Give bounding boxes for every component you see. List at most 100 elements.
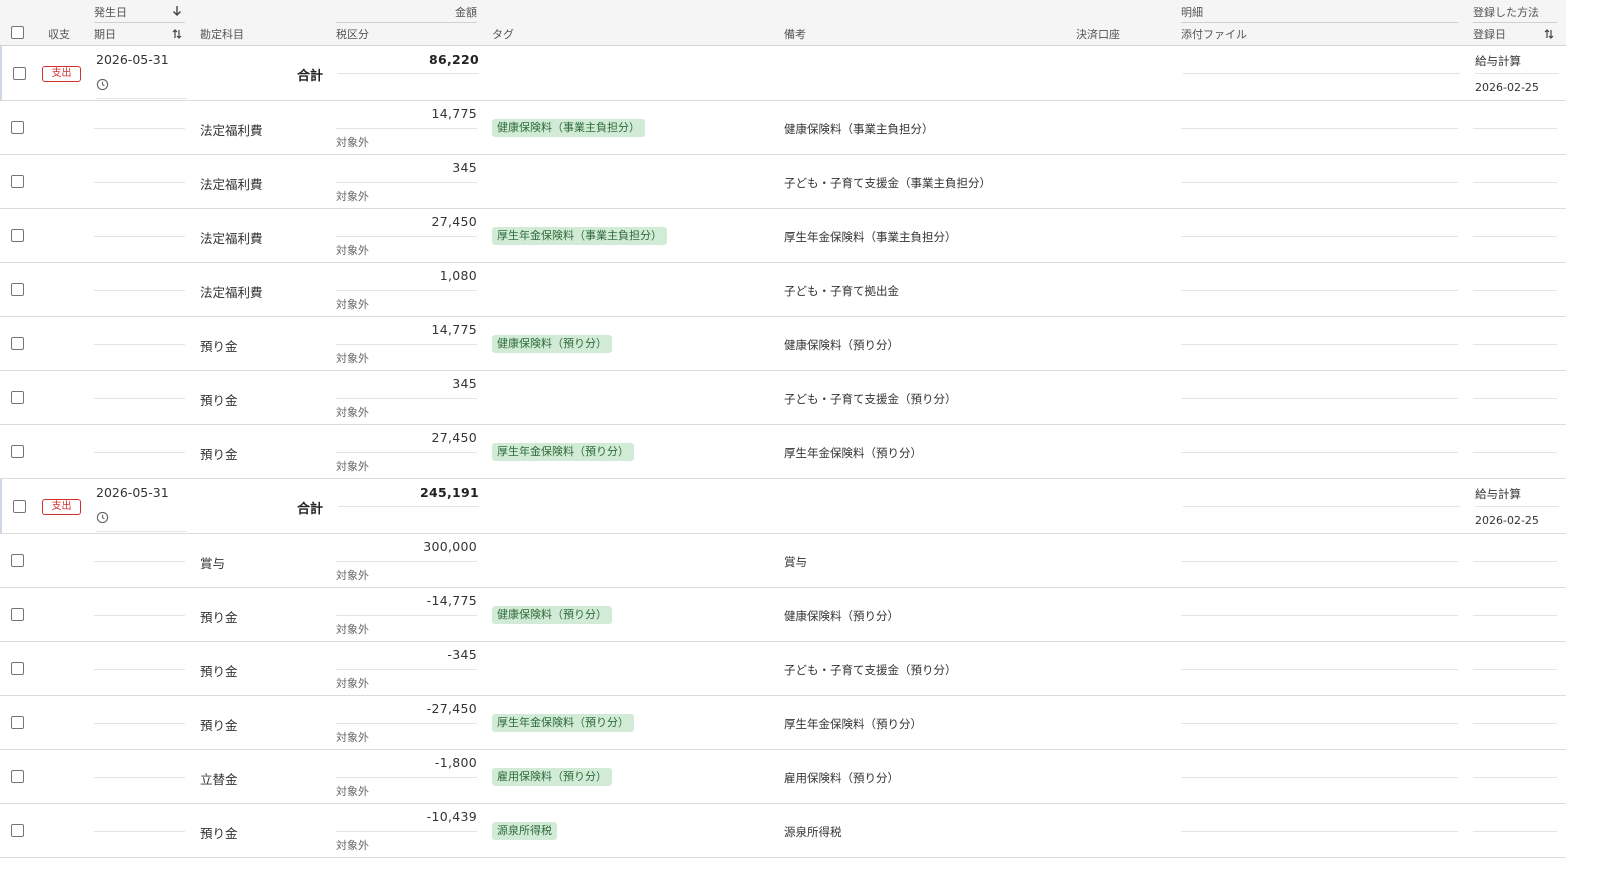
table-row[interactable]: 法定福利費 1,080 対象外 子ども・子育て拠出金: [0, 263, 1566, 317]
memo-text[interactable]: 厚生年金保険料（預り分）: [784, 445, 922, 461]
line-amount[interactable]: -345: [447, 647, 477, 662]
line-amount[interactable]: 27,450: [431, 214, 477, 229]
memo-text[interactable]: 健康保険料（事業主負担分）: [784, 121, 934, 137]
table-row[interactable]: 預り金 27,450 対象外 厚生年金保険料（預り分） 厚生年金保険料（預り分）: [0, 425, 1566, 479]
row-checkbox[interactable]: [13, 67, 26, 80]
row-checkbox[interactable]: [11, 121, 24, 134]
account-name[interactable]: 預り金: [200, 661, 238, 680]
tax-category[interactable]: 対象外: [336, 783, 369, 799]
row-checkbox[interactable]: [11, 229, 24, 242]
tax-category[interactable]: 対象外: [336, 350, 369, 366]
account-name[interactable]: 預り金: [200, 607, 238, 626]
memo-text[interactable]: 子ども・子育て支援金（預り分）: [784, 662, 957, 678]
header-registered-date[interactable]: 登録日: [1473, 26, 1506, 42]
tax-category[interactable]: 対象外: [336, 729, 369, 745]
header-occurred-date[interactable]: 発生日: [94, 4, 127, 20]
tax-category[interactable]: 対象外: [336, 188, 369, 204]
memo-text[interactable]: 健康保険料（預り分）: [784, 608, 899, 624]
account-name[interactable]: 預り金: [200, 715, 238, 734]
account-name[interactable]: 法定福利費: [200, 282, 263, 301]
line-amount[interactable]: 345: [452, 376, 477, 391]
account-name[interactable]: 法定福利費: [200, 228, 263, 247]
table-row[interactable]: 賞与 300,000 対象外 賞与: [0, 534, 1566, 588]
memo-text[interactable]: 雇用保険料（預り分）: [784, 770, 899, 786]
row-checkbox[interactable]: [11, 716, 24, 729]
memo-text[interactable]: 源泉所得税: [784, 824, 842, 840]
tax-category[interactable]: 対象外: [336, 837, 369, 853]
line-amount[interactable]: 14,775: [431, 322, 477, 337]
total-label: 合計: [297, 69, 324, 84]
row-checkbox[interactable]: [11, 445, 24, 458]
table-header: 収支 発生日 期日 勘定科目 金額 税区分 タグ 備考 決済口座 明細 添付ファ…: [0, 0, 1566, 46]
tax-category[interactable]: 対象外: [336, 134, 369, 150]
account-name[interactable]: 法定福利費: [200, 174, 263, 193]
line-amount[interactable]: -14,775: [427, 593, 477, 608]
table-row[interactable]: 預り金 -27,450 対象外 厚生年金保険料（預り分） 厚生年金保険料（預り分）: [0, 696, 1566, 750]
tax-category[interactable]: 対象外: [336, 296, 369, 312]
select-all-checkbox[interactable]: [11, 26, 24, 39]
row-checkbox[interactable]: [11, 283, 24, 296]
account-name[interactable]: 預り金: [200, 823, 238, 842]
row-checkbox[interactable]: [11, 770, 24, 783]
tax-category[interactable]: 対象外: [336, 458, 369, 474]
table-row[interactable]: 預り金 345 対象外 子ども・子育て支援金（預り分）: [0, 371, 1566, 425]
tag-chip[interactable]: 健康保険料（事業主負担分）: [492, 119, 645, 137]
journal-table: 収支 発生日 期日 勘定科目 金額 税区分 タグ 備考 決済口座 明細 添付ファ…: [0, 0, 1566, 869]
tax-category[interactable]: 対象外: [336, 675, 369, 691]
tag-chip[interactable]: 雇用保険料（預り分）: [492, 768, 612, 786]
row-checkbox[interactable]: [11, 554, 24, 567]
transaction-summary-row[interactable]: 支出 2026-05-31 合計 245,191 給与計算 2026-02-25: [0, 479, 1566, 534]
memo-text[interactable]: 子ども・子育て拠出金: [784, 283, 899, 299]
sort-arrows-icon[interactable]: [1543, 28, 1555, 40]
row-checkbox[interactable]: [11, 662, 24, 675]
memo-text[interactable]: 厚生年金保険料（預り分）: [784, 716, 922, 732]
tag-chip[interactable]: 健康保険料（預り分）: [492, 335, 612, 353]
row-checkbox[interactable]: [11, 608, 24, 621]
tax-category[interactable]: 対象外: [336, 242, 369, 258]
line-amount[interactable]: -1,800: [435, 755, 477, 770]
tax-category[interactable]: 対象外: [336, 621, 369, 637]
memo-text[interactable]: 子ども・子育て支援金（事業主負担分）: [784, 175, 991, 191]
row-checkbox[interactable]: [13, 500, 26, 513]
tag-chip[interactable]: 源泉所得税: [492, 822, 557, 840]
account-name[interactable]: 賞与: [200, 553, 225, 572]
account-name[interactable]: 預り金: [200, 390, 238, 409]
account-name[interactable]: 預り金: [200, 444, 238, 463]
table-row[interactable]: 法定福利費 14,775 対象外 健康保険料（事業主負担分） 健康保険料（事業主負担分）: [0, 101, 1566, 155]
table-row[interactable]: 預り金 14,775 対象外 健康保険料（預り分） 健康保険料（預り分）: [0, 317, 1566, 371]
tag-chip[interactable]: 厚生年金保険料（預り分）: [492, 714, 634, 732]
line-amount[interactable]: -27,450: [427, 701, 477, 716]
memo-text[interactable]: 厚生年金保険料（事業主負担分）: [784, 229, 957, 245]
table-row[interactable]: 立替金 -1,800 対象外 雇用保険料（預り分） 雇用保険料（預り分）: [0, 750, 1566, 804]
line-amount[interactable]: 300,000: [423, 539, 477, 554]
tag-chip[interactable]: 厚生年金保険料（預り分）: [492, 443, 634, 461]
line-amount[interactable]: 345: [452, 160, 477, 175]
row-checkbox[interactable]: [11, 337, 24, 350]
tax-category[interactable]: 対象外: [336, 404, 369, 420]
row-checkbox[interactable]: [11, 175, 24, 188]
account-name[interactable]: 預り金: [200, 336, 238, 355]
memo-text[interactable]: 健康保険料（預り分）: [784, 337, 899, 353]
line-amount[interactable]: 1,080: [440, 268, 477, 283]
line-amount[interactable]: 14,775: [431, 106, 477, 121]
line-amount[interactable]: -10,439: [427, 809, 477, 824]
tag-chip[interactable]: 健康保険料（預り分）: [492, 606, 612, 624]
account-name[interactable]: 立替金: [200, 769, 238, 788]
table-row[interactable]: 法定福利費 27,450 対象外 厚生年金保険料（事業主負担分） 厚生年金保険料（事業主…: [0, 209, 1566, 263]
table-row[interactable]: 法定福利費 345 対象外 子ども・子育て支援金（事業主負担分）: [0, 155, 1566, 209]
table-row[interactable]: 預り金 -345 対象外 子ども・子育て支援金（預り分）: [0, 642, 1566, 696]
tax-category[interactable]: 対象外: [336, 567, 369, 583]
sort-arrows-icon[interactable]: [171, 28, 183, 40]
memo-text[interactable]: 賞与: [784, 554, 807, 570]
header-due-date[interactable]: 期日: [94, 26, 116, 42]
row-checkbox[interactable]: [11, 391, 24, 404]
tag-chip[interactable]: 厚生年金保険料（事業主負担分）: [492, 227, 667, 245]
line-amount[interactable]: 27,450: [431, 430, 477, 445]
table-row[interactable]: 預り金 -10,439 対象外 源泉所得税 源泉所得税: [0, 804, 1566, 858]
arrow-down-icon[interactable]: [171, 5, 183, 17]
memo-text[interactable]: 子ども・子育て支援金（預り分）: [784, 391, 957, 407]
transaction-summary-row[interactable]: 支出 2026-05-31 合計 86,220 給与計算 2026-02-25: [0, 46, 1566, 101]
row-checkbox[interactable]: [11, 824, 24, 837]
account-name[interactable]: 法定福利費: [200, 120, 263, 139]
table-row[interactable]: 預り金 -14,775 対象外 健康保険料（預り分） 健康保険料（預り分）: [0, 588, 1566, 642]
